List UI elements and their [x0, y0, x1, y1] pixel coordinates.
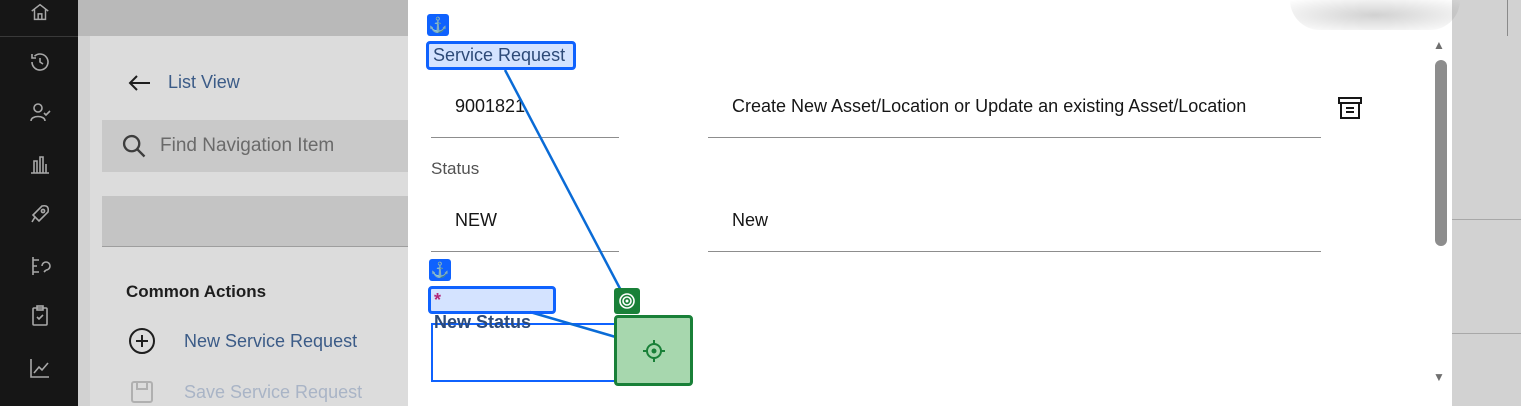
divider: [1507, 0, 1508, 36]
common-actions-heading: Common Actions: [126, 282, 267, 301]
navigation-search[interactable]: Find Navigation Item: [102, 120, 408, 172]
workflow-icon[interactable]: [28, 254, 52, 278]
status-code: NEW: [455, 210, 497, 230]
scroll-down-icon[interactable]: ▼: [1433, 370, 1445, 384]
target-icon: [614, 288, 640, 314]
service-request-number-underline: [431, 137, 619, 138]
new-status-label: * New Status: [428, 286, 556, 332]
left-nav-rail: [0, 0, 78, 406]
rocket-icon[interactable]: [28, 202, 52, 226]
person-check-icon[interactable]: [28, 100, 52, 124]
status-label: Status: [431, 159, 480, 178]
status-code-underline: [431, 251, 619, 252]
service-request-number: 9001821: [455, 96, 526, 116]
line-chart-icon[interactable]: [28, 356, 52, 380]
new-status-label-text: New Status: [434, 312, 532, 332]
status-description: New: [732, 210, 769, 230]
list-view-label: List View: [168, 72, 240, 92]
service-request-label: Service Request: [426, 41, 576, 70]
clipboard-icon[interactable]: [28, 304, 52, 328]
anchor-icon: ⚓: [427, 14, 449, 36]
save-service-request-action: Save Service Request: [128, 378, 362, 406]
background-right-column: [1452, 0, 1521, 406]
new-status-lookup-button[interactable]: [614, 315, 693, 386]
scrollbar-thumb[interactable]: [1435, 60, 1447, 246]
divider: [1452, 333, 1521, 334]
navigation-band: [102, 196, 408, 247]
anchor-icon: ⚓: [429, 259, 451, 281]
status-description-underline: [708, 251, 1321, 252]
scroll-up-icon[interactable]: ▲: [1433, 38, 1445, 52]
shadow: [1290, 0, 1460, 30]
locate-icon: [642, 339, 665, 362]
service-request-description-underline: [708, 137, 1321, 138]
required-asterisk: *: [434, 290, 442, 310]
list-view-link[interactable]: List View: [128, 72, 240, 93]
arrow-left-icon: [128, 74, 150, 91]
new-service-request-action[interactable]: New Service Request: [128, 327, 357, 355]
add-circle-icon: [129, 328, 155, 354]
bar-chart-icon[interactable]: [28, 152, 52, 176]
divider: [1452, 219, 1521, 220]
save-icon: [131, 381, 153, 403]
service-request-description: Create New Asset/Location or Update an e…: [732, 96, 1247, 116]
recent-icon[interactable]: [28, 50, 52, 74]
home-icon[interactable]: [28, 0, 52, 24]
search-icon: [122, 134, 146, 158]
save-service-request-label: Save Service Request: [184, 381, 363, 402]
archive-icon[interactable]: [1337, 96, 1363, 120]
search-placeholder: Find Navigation Item: [160, 135, 335, 156]
new-service-request-label: New Service Request: [184, 330, 358, 351]
rail-divider: [0, 36, 78, 37]
